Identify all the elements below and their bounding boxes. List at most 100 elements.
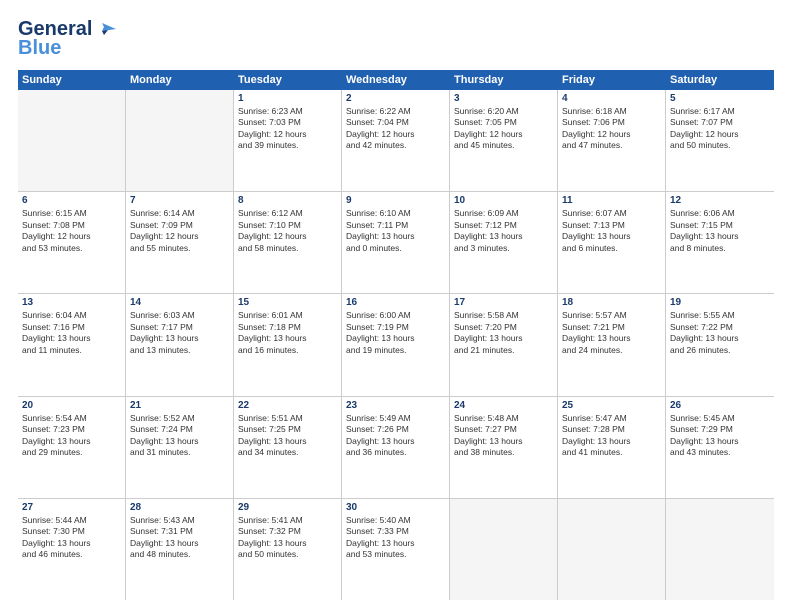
cell-info-line: Sunrise: 5:48 AM <box>454 413 553 424</box>
cell-info-line: Sunset: 7:29 PM <box>670 424 770 435</box>
day-cell-5: 5Sunrise: 6:17 AMSunset: 7:07 PMDaylight… <box>666 90 774 191</box>
cell-info-line: and 34 minutes. <box>238 447 337 458</box>
cell-info-line: Sunrise: 5:44 AM <box>22 515 121 526</box>
day-cell-21: 21Sunrise: 5:52 AMSunset: 7:24 PMDayligh… <box>126 397 234 498</box>
day-cell-12: 12Sunrise: 6:06 AMSunset: 7:15 PMDayligh… <box>666 192 774 293</box>
cell-info-line: Sunrise: 5:40 AM <box>346 515 445 526</box>
cell-info-line: Daylight: 13 hours <box>670 231 770 242</box>
day-number: 30 <box>346 502 445 513</box>
cell-info-line: Sunrise: 6:12 AM <box>238 208 337 219</box>
empty-cell <box>666 499 774 600</box>
cell-info-line: Sunrise: 6:09 AM <box>454 208 553 219</box>
cell-info-line: Daylight: 12 hours <box>22 231 121 242</box>
cell-info-line: and 11 minutes. <box>22 345 121 356</box>
weekday-header-saturday: Saturday <box>666 70 774 90</box>
cell-info-line: Daylight: 12 hours <box>346 129 445 140</box>
day-cell-19: 19Sunrise: 5:55 AMSunset: 7:22 PMDayligh… <box>666 294 774 395</box>
day-cell-9: 9Sunrise: 6:10 AMSunset: 7:11 PMDaylight… <box>342 192 450 293</box>
cell-info-line: Daylight: 13 hours <box>454 333 553 344</box>
cell-info-line: and 8 minutes. <box>670 243 770 254</box>
empty-cell <box>18 90 126 191</box>
day-cell-13: 13Sunrise: 6:04 AMSunset: 7:16 PMDayligh… <box>18 294 126 395</box>
cell-info-line: Sunrise: 5:41 AM <box>238 515 337 526</box>
cell-info-line: Sunset: 7:07 PM <box>670 117 770 128</box>
header: General Blue <box>18 18 774 60</box>
cell-info-line: and 29 minutes. <box>22 447 121 458</box>
cell-info-line: Daylight: 12 hours <box>454 129 553 140</box>
cell-info-line: Sunset: 7:26 PM <box>346 424 445 435</box>
empty-cell <box>126 90 234 191</box>
day-cell-14: 14Sunrise: 6:03 AMSunset: 7:17 PMDayligh… <box>126 294 234 395</box>
day-cell-30: 30Sunrise: 5:40 AMSunset: 7:33 PMDayligh… <box>342 499 450 600</box>
cell-info-line: Daylight: 12 hours <box>130 231 229 242</box>
cell-info-line: Sunrise: 5:49 AM <box>346 413 445 424</box>
page: General Blue SundayMondayTuesdayWednesda… <box>0 0 792 612</box>
cell-info-line: and 53 minutes. <box>346 549 445 560</box>
cell-info-line: Sunset: 7:10 PM <box>238 220 337 231</box>
cell-info-line: Sunset: 7:19 PM <box>346 322 445 333</box>
cell-info-line: Sunrise: 6:15 AM <box>22 208 121 219</box>
day-number: 20 <box>22 400 121 411</box>
cell-info-line: Daylight: 13 hours <box>670 436 770 447</box>
cell-info-line: Sunrise: 6:06 AM <box>670 208 770 219</box>
day-number: 18 <box>562 297 661 308</box>
cell-info-line: Daylight: 13 hours <box>130 333 229 344</box>
cell-info-line: and 43 minutes. <box>670 447 770 458</box>
logo: General Blue <box>18 18 116 60</box>
cell-info-line: Sunrise: 6:20 AM <box>454 106 553 117</box>
cell-info-line: and 39 minutes. <box>238 140 337 151</box>
day-cell-6: 6Sunrise: 6:15 AMSunset: 7:08 PMDaylight… <box>18 192 126 293</box>
cell-info-line: Daylight: 13 hours <box>346 333 445 344</box>
cell-info-line: Sunset: 7:08 PM <box>22 220 121 231</box>
cell-info-line: and 47 minutes. <box>562 140 661 151</box>
cell-info-line: Daylight: 13 hours <box>562 231 661 242</box>
cell-info-line: Sunset: 7:30 PM <box>22 526 121 537</box>
cell-info-line: Sunset: 7:06 PM <box>562 117 661 128</box>
day-number: 7 <box>130 195 229 206</box>
day-cell-15: 15Sunrise: 6:01 AMSunset: 7:18 PMDayligh… <box>234 294 342 395</box>
cell-info-line: Daylight: 13 hours <box>238 538 337 549</box>
day-cell-17: 17Sunrise: 5:58 AMSunset: 7:20 PMDayligh… <box>450 294 558 395</box>
cell-info-line: Sunrise: 5:45 AM <box>670 413 770 424</box>
weekday-header-monday: Monday <box>126 70 234 90</box>
cell-info-line: and 0 minutes. <box>346 243 445 254</box>
cell-info-line: and 46 minutes. <box>22 549 121 560</box>
day-number: 27 <box>22 502 121 513</box>
cell-info-line: Sunset: 7:03 PM <box>238 117 337 128</box>
cell-info-line: Daylight: 12 hours <box>238 231 337 242</box>
cell-info-line: Sunset: 7:33 PM <box>346 526 445 537</box>
calendar: SundayMondayTuesdayWednesdayThursdayFrid… <box>18 70 774 600</box>
cell-info-line: Sunrise: 6:17 AM <box>670 106 770 117</box>
cell-info-line: and 48 minutes. <box>130 549 229 560</box>
cell-info-line: and 38 minutes. <box>454 447 553 458</box>
day-number: 14 <box>130 297 229 308</box>
day-number: 25 <box>562 400 661 411</box>
cell-info-line: Daylight: 13 hours <box>130 436 229 447</box>
cell-info-line: Sunrise: 6:23 AM <box>238 106 337 117</box>
calendar-row-1: 1 Sunrise: 6:23 AMSunset: 7:03 PM Daylight… <box>18 90 774 192</box>
cell-info-line: Sunrise: 6:07 AM <box>562 208 661 219</box>
cell-info-line: Sunset: 7:12 PM <box>454 220 553 231</box>
cell-info-line: Sunrise: 6:22 AM <box>346 106 445 117</box>
day-cell-22: 22Sunrise: 5:51 AMSunset: 7:25 PMDayligh… <box>234 397 342 498</box>
cell-info-line: Sunset: 7:05 PM <box>454 117 553 128</box>
day-cell-16: 16Sunrise: 6:00 AMSunset: 7:19 PMDayligh… <box>342 294 450 395</box>
cell-info-line: Sunrise: 5:52 AM <box>130 413 229 424</box>
cell-info-line: Daylight: 13 hours <box>238 436 337 447</box>
cell-info-line: Daylight: 12 hours <box>670 129 770 140</box>
cell-info-line: Sunset: 7:21 PM <box>562 322 661 333</box>
day-cell-18: 18Sunrise: 5:57 AMSunset: 7:21 PMDayligh… <box>558 294 666 395</box>
cell-info-line: Sunrise: 6:10 AM <box>346 208 445 219</box>
weekday-header-tuesday: Tuesday <box>234 70 342 90</box>
cell-info-line: Daylight: 13 hours <box>562 333 661 344</box>
cell-info-line: Sunset: 7:27 PM <box>454 424 553 435</box>
day-number: 24 <box>454 400 553 411</box>
cell-info-line: Sunrise: 6:01 AM <box>238 310 337 321</box>
cell-info-line: Sunset: 7:18 PM <box>238 322 337 333</box>
day-number: 26 <box>670 400 770 411</box>
day-number: 1 <box>238 93 337 104</box>
cell-info-line: and 50 minutes. <box>238 549 337 560</box>
cell-info-line: Daylight: 13 hours <box>346 436 445 447</box>
cell-info-line: and 13 minutes. <box>130 345 229 356</box>
cell-info-line: Sunset: 7:09 PM <box>130 220 229 231</box>
